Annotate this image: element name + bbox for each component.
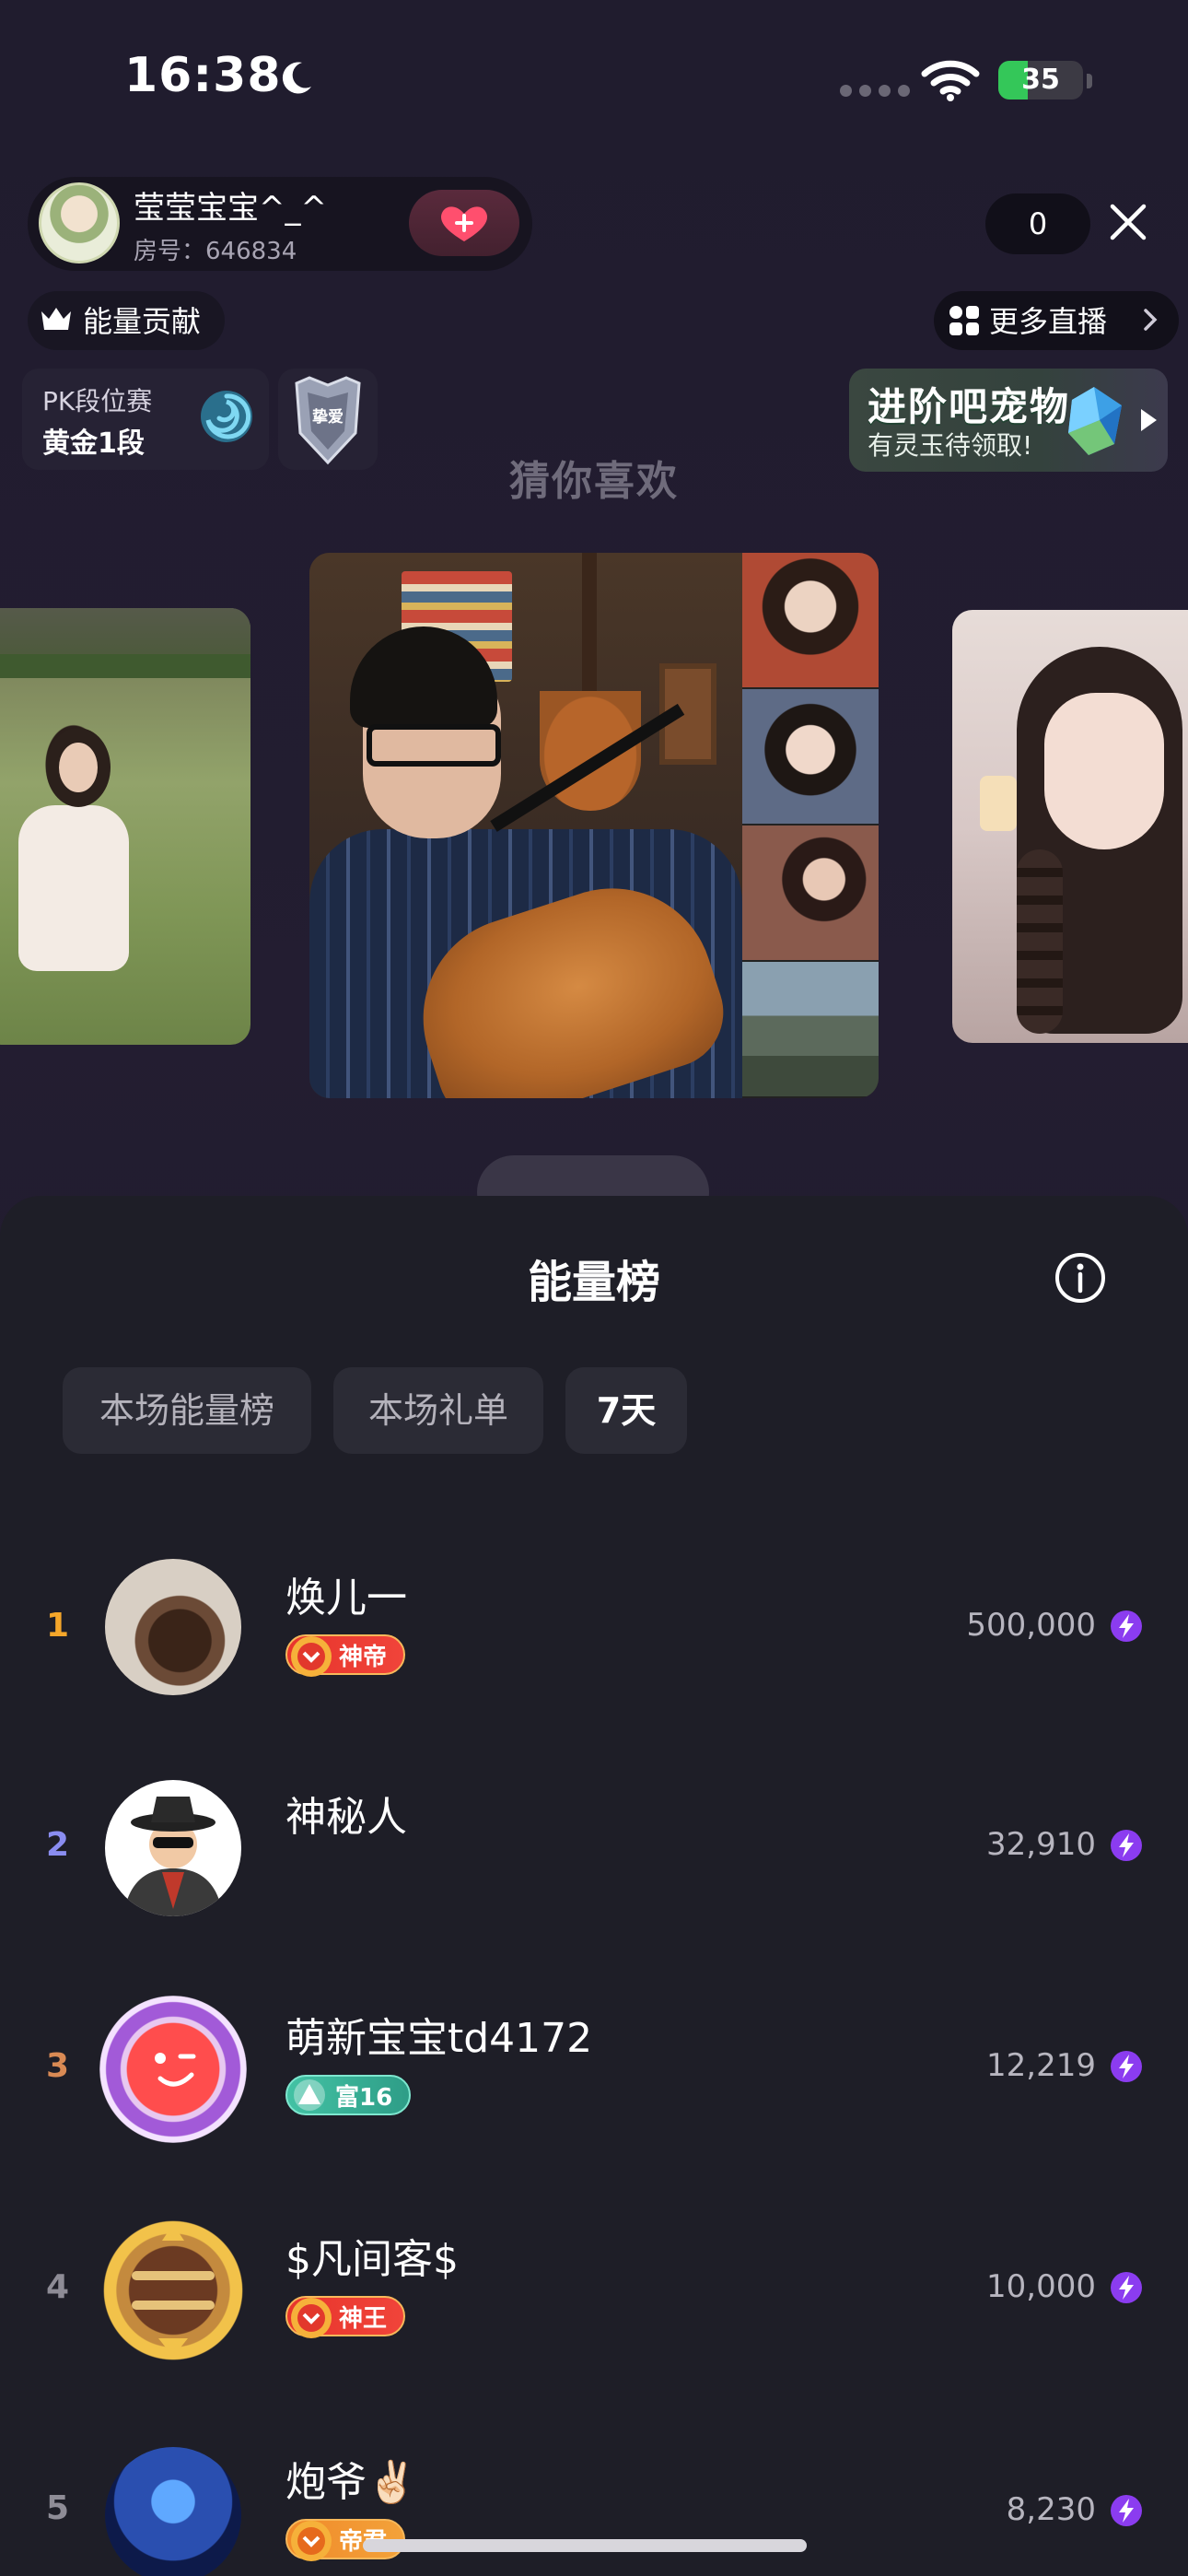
battery-tip: [1087, 74, 1092, 88]
follow-button[interactable]: [409, 190, 519, 256]
cellular-signal-icon: [840, 85, 910, 97]
rank-number: 2: [46, 1826, 70, 1864]
wealth-badge: 富16: [285, 2075, 412, 2115]
tab-current-gifts[interactable]: 本场礼单: [333, 1367, 543, 1454]
badge-label: 神王: [339, 2304, 388, 2333]
moon-icon: [282, 62, 311, 94]
energy-contribution-label: 能量贡献: [83, 304, 202, 339]
sheet-title: 能量榜: [527, 1257, 660, 1308]
ranking-row[interactable]: 2 神秘人 32,910: [0, 1754, 1188, 1938]
recommend-card-left[interactable]: [0, 608, 250, 1045]
battery-icon: 35: [998, 61, 1083, 100]
pk-title: PK段位赛: [42, 386, 153, 416]
lightning-coin-icon: [1111, 1830, 1142, 1861]
battery-percent: 35: [1021, 64, 1060, 96]
tab-current-energy[interactable]: 本场能量榜: [63, 1367, 311, 1454]
avatar[interactable]: [99, 2217, 247, 2364]
lightning-coin-icon: [1111, 2495, 1142, 2526]
recommend-card-right[interactable]: [952, 610, 1188, 1043]
sword-emblem-icon: [132, 2224, 215, 2357]
user-name: 萌新宝宝td4172: [285, 2015, 593, 2062]
ranking-row[interactable]: 1 焕儿一 神帝 500,000: [0, 1533, 1188, 1717]
viewer-count[interactable]: 0: [985, 193, 1090, 254]
energy-score: 12,219: [986, 2047, 1096, 2084]
level-badge: 神王: [285, 2296, 406, 2338]
energy-score: 10,000: [986, 2268, 1096, 2305]
rank-number: 4: [46, 2268, 70, 2306]
live-room-screen: 16:38 35 莹莹宝宝^_^ 房号：646834 0 能量贡献 更多直播 P…: [0, 0, 1188, 2576]
host-name: 莹莹宝宝^_^: [134, 190, 327, 227]
host-room-number: 房号：646834: [134, 238, 297, 265]
shield-text: 挚爱: [312, 407, 344, 427]
close-icon[interactable]: [1105, 199, 1151, 245]
info-icon[interactable]: [1054, 1251, 1107, 1305]
badge-emblem-icon: [291, 2298, 332, 2338]
chevron-right-icon: [1144, 309, 1158, 331]
mystery-person-icon: [123, 1797, 223, 1916]
level-badge: 神帝: [285, 1634, 406, 1677]
rank-number: 5: [46, 2489, 70, 2527]
avatar[interactable]: [105, 1780, 241, 1916]
tab-7-days[interactable]: 7天: [565, 1367, 687, 1454]
badge-emblem-icon: [291, 1636, 332, 1677]
badge-emblem-icon: [291, 2521, 332, 2561]
play-icon: [1141, 409, 1157, 431]
rank-number: 3: [46, 2047, 70, 2085]
user-name: 神秘人: [285, 1794, 407, 1841]
avatar[interactable]: [99, 1996, 247, 2143]
grid-icon: [949, 306, 979, 335]
status-time: 16:38: [124, 48, 282, 103]
swirl-icon: [201, 391, 252, 442]
avatar[interactable]: [105, 2447, 241, 2576]
user-name: $凡间客$: [285, 2236, 459, 2283]
lightning-coin-icon: [1111, 1610, 1142, 1642]
heart-plus-icon: [441, 206, 487, 241]
recommend-title: 猜你喜欢: [509, 458, 679, 505]
host-avatar[interactable]: [39, 182, 120, 263]
user-name: 炮爷✌🏻: [285, 2459, 417, 2506]
promo-title: 进阶吧宠物: [868, 384, 1071, 429]
status-bar: 16:38 35: [0, 0, 1188, 157]
energy-score: 8,230: [1006, 2491, 1096, 2528]
triangle-icon: [294, 2079, 325, 2111]
avatar[interactable]: [105, 1559, 241, 1695]
recommend-card-center[interactable]: [309, 553, 879, 1098]
lightning-coin-icon: [1111, 2051, 1142, 2082]
ranking-row[interactable]: 4 $凡间客$ 神王 10,000: [0, 2196, 1188, 2381]
user-name: 焕儿一: [285, 1575, 407, 1622]
lightning-coin-icon: [1111, 2272, 1142, 2303]
home-indicator[interactable]: [363, 2539, 807, 2552]
ranking-row[interactable]: 3 萌新宝宝td4172 富16 12,219: [0, 1975, 1188, 2160]
rank-number: 1: [46, 1607, 70, 1645]
energy-score: 500,000: [966, 1607, 1096, 1644]
energy-score: 32,910: [986, 1826, 1096, 1863]
more-live-label: 更多直播: [989, 304, 1108, 339]
badge-label: 神帝: [339, 1643, 388, 1671]
ranking-row[interactable]: 5 炮爷✌🏻 帝君 8,230: [0, 2418, 1188, 2576]
wink-face-icon: [155, 2053, 196, 2087]
crown-icon: [41, 308, 71, 330]
badge-label: 富16: [335, 2083, 393, 2112]
wifi-icon: [921, 60, 980, 101]
